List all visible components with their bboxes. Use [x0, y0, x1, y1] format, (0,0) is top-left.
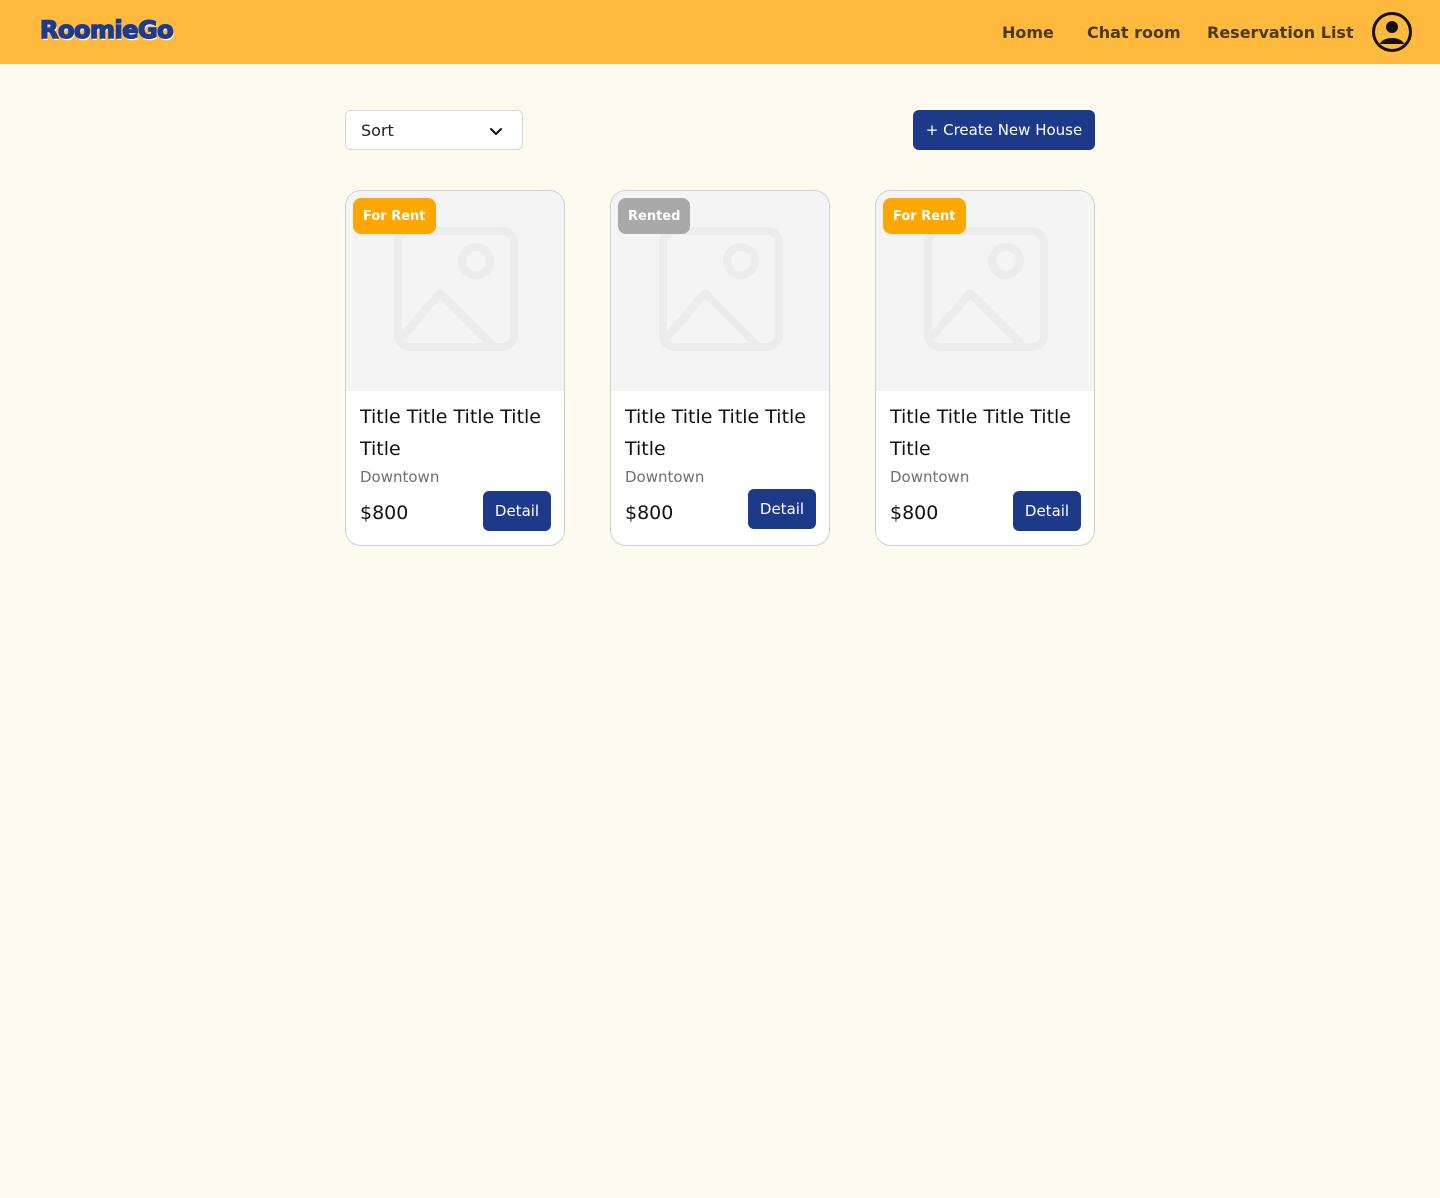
- top-nav-bar: RoomieGo Home Chat room Reservation List: [0, 0, 1440, 64]
- house-title: Title Title Title Title Title: [625, 406, 806, 460]
- detail-button[interactable]: Detail: [483, 491, 551, 531]
- status-badge: For Rent: [883, 198, 966, 234]
- nav-home[interactable]: Home: [1002, 0, 1054, 64]
- logo[interactable]: RoomieGo: [39, 14, 174, 46]
- house-location: Downtown: [625, 468, 705, 486]
- house-price: $800: [360, 502, 409, 524]
- house-price: $800: [625, 502, 674, 524]
- nav-reservation-list[interactable]: Reservation List: [1207, 0, 1354, 64]
- house-title: Title Title Title Title Title: [890, 406, 1071, 460]
- house-location: Downtown: [890, 468, 970, 486]
- sort-label: Sort: [361, 120, 394, 140]
- user-profile-icon[interactable]: [1371, 11, 1413, 53]
- detail-button[interactable]: Detail: [748, 489, 816, 529]
- house-location: Downtown: [360, 468, 440, 486]
- status-badge: Rented: [618, 198, 691, 234]
- status-badge: For Rent: [353, 198, 436, 234]
- house-title: Title Title Title Title Title: [360, 406, 541, 460]
- house-price: $800: [890, 502, 939, 524]
- image-placeholder-icon: [394, 227, 518, 351]
- house-card: For Rent Title Title Title Title Title D…: [345, 190, 565, 546]
- house-card: For Rent Title Title Title Title Title D…: [875, 190, 1095, 546]
- image-placeholder-icon: [659, 227, 783, 351]
- house-card: Rented Title Title Title Title Title Dow…: [610, 190, 830, 546]
- detail-button[interactable]: Detail: [1013, 491, 1081, 531]
- sort-dropdown[interactable]: Sort: [345, 110, 523, 150]
- image-placeholder-icon: [924, 227, 1048, 351]
- create-new-house-button[interactable]: + Create New House: [913, 110, 1095, 150]
- nav-chat-room[interactable]: Chat room: [1087, 0, 1181, 64]
- chevron-down-icon: [490, 128, 502, 135]
